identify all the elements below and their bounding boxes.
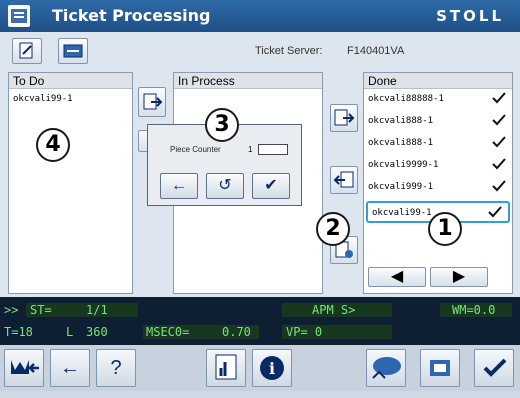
info-button[interactable]: i (252, 349, 292, 387)
done-nav: ◀ ▶ (368, 267, 506, 289)
done-item-label: okcvali888-1 (368, 116, 434, 126)
print-check-icon (492, 180, 506, 192)
status-prefix: >> (4, 303, 19, 317)
print-check-icon (492, 92, 506, 104)
server-label: Ticket Server: (255, 45, 323, 57)
back-button[interactable]: ← (50, 349, 90, 387)
todo-item[interactable]: okcvali99-1 (9, 89, 132, 111)
done-item-label: okcvali888-1 (368, 138, 434, 148)
done-item[interactable]: okcvali888-1 (364, 133, 512, 155)
callout-marker: 1 (428, 212, 462, 246)
print-check-icon (492, 114, 506, 126)
todo-panel: To Do okcvali99-1 (8, 72, 133, 294)
msec-label: MSEC0= (146, 325, 190, 339)
help-button[interactable]: ? (96, 349, 136, 387)
callout-marker: 3 (205, 108, 239, 142)
edit-ticket-button[interactable] (12, 38, 42, 64)
done-item-label: okcvali99-1 (372, 208, 432, 218)
done-item-label: okcvali9999-1 (368, 160, 439, 170)
title-bar: Ticket Processing STOLL (0, 0, 520, 32)
done-item-label: okcvali88888-1 (368, 94, 444, 104)
t-status: T=18 (4, 325, 33, 339)
ticket-server-button[interactable] (58, 38, 88, 64)
done-panel: Done okcvali88888-1 okcvali888-1 okcvali… (363, 72, 513, 294)
confirm-button[interactable]: ✔ (252, 173, 290, 199)
home-back-button[interactable] (4, 349, 44, 387)
piece-counter-label: Piece Counter (170, 145, 221, 154)
print-check-icon (488, 206, 502, 218)
window-button[interactable] (420, 349, 460, 387)
touch-button[interactable] (206, 349, 246, 387)
scroll-left-button[interactable]: ◀ (368, 267, 426, 287)
st-value: 1/1 (86, 303, 108, 317)
done-item[interactable]: okcvali999-1 (364, 177, 512, 199)
start-check-button[interactable] (474, 349, 514, 387)
page-title: Ticket Processing (52, 6, 211, 25)
todo-header: To Do (9, 73, 132, 89)
info-icon: i (269, 359, 275, 378)
brand-logo: STOLL (436, 7, 504, 25)
callout-marker: 2 (316, 212, 350, 246)
apm-status: APM S> (312, 303, 356, 317)
l-label: L (66, 325, 74, 339)
done-item[interactable]: okcvali88888-1 (364, 89, 512, 111)
bottom-toolbar: ← ? i (0, 345, 520, 391)
callout-marker: 4 (36, 128, 70, 162)
undo-button[interactable]: ↺ (206, 173, 244, 199)
msec-value: 0.70 (222, 325, 251, 339)
scroll-right-button[interactable]: ▶ (430, 267, 488, 287)
server-value: F140401VA (347, 45, 405, 57)
move-to-done-button[interactable] (330, 104, 358, 132)
vp-status: VP= 0 (286, 325, 323, 339)
ticket-app-icon (8, 5, 30, 27)
print-check-icon (492, 158, 506, 170)
done-item[interactable]: okcvali9999-1 (364, 155, 512, 177)
wm-status: WM=0.0 (452, 303, 496, 317)
piece-counter-input[interactable] (258, 144, 288, 155)
inprocess-header: In Process (174, 73, 322, 89)
machine-sync-button[interactable] (366, 349, 406, 387)
back-arrow-button[interactable]: ← (160, 173, 198, 199)
done-header: Done (364, 73, 512, 89)
print-check-icon (492, 136, 506, 148)
st-label: ST= (30, 303, 52, 317)
done-item[interactable]: okcvali888-1 (364, 111, 512, 133)
piece-counter-number: 1 (248, 145, 253, 154)
move-to-process-button[interactable] (138, 87, 166, 117)
l-value: 360 (86, 325, 108, 339)
status-panel: >> ST= 1/1 APM S> WM=0.0 T=18 L 360 MSEC… (0, 297, 520, 345)
move-back-button[interactable] (330, 166, 358, 194)
done-item-label: okcvali999-1 (368, 182, 434, 192)
